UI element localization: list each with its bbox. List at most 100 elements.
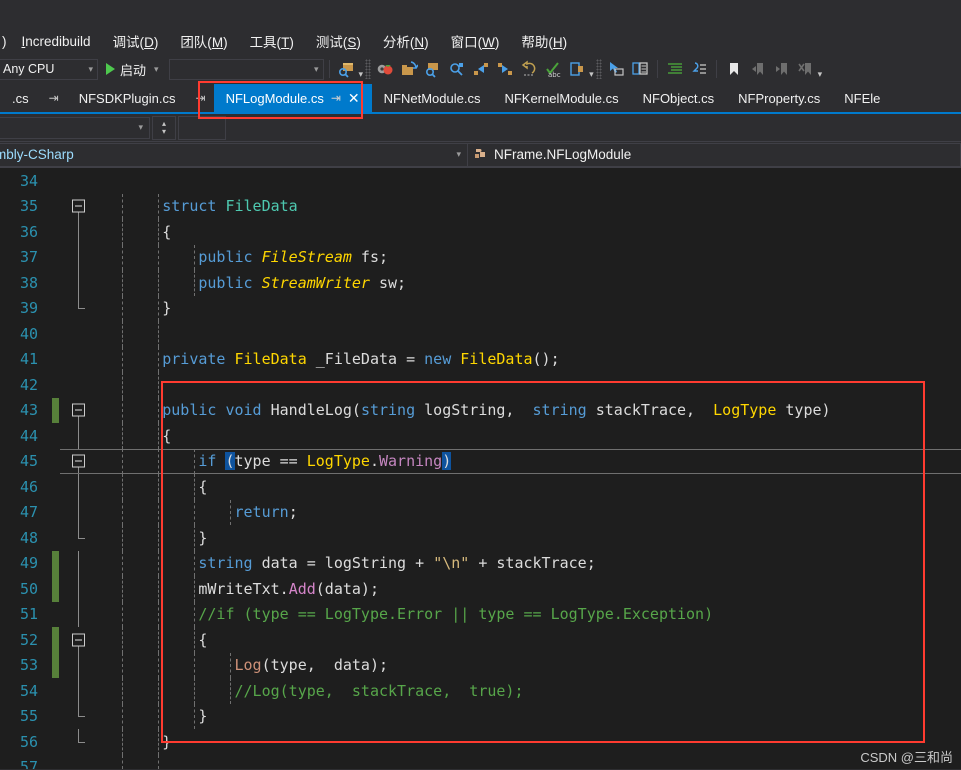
code-line[interactable]: 35 struct FileData — [0, 193, 961, 219]
code-line[interactable]: 53 Log(type, data); — [0, 652, 961, 678]
tab-nflogmodule[interactable]: NFLogModule.cs ⇥ ✕ — [213, 84, 372, 112]
code-text[interactable]: { — [90, 474, 961, 500]
code-text[interactable]: return; — [90, 499, 961, 525]
collapse-minus-icon[interactable] — [72, 199, 85, 213]
menu-item-tools[interactable]: 工具(T) — [239, 29, 305, 53]
code-text[interactable]: //Log(type, stackTrace, true); — [90, 678, 961, 704]
bookmark-icon[interactable] — [722, 57, 746, 81]
navigate-forward-icon[interactable] — [493, 57, 517, 81]
code-line[interactable]: 42 — [0, 372, 961, 398]
toolbar-overflow-icon-3[interactable]: ▾ — [818, 69, 823, 84]
outlining-gutter[interactable] — [68, 525, 90, 551]
code-line[interactable]: 44 { — [0, 423, 961, 449]
code-text[interactable]: Log(type, data); — [90, 652, 961, 678]
outlining-gutter[interactable] — [68, 398, 90, 423]
outlining-gutter[interactable] — [68, 550, 90, 576]
pin-icon[interactable]: ⇥ — [331, 91, 341, 105]
tab-partial-left[interactable]: .cs — [0, 84, 41, 112]
outlining-gutter[interactable] — [68, 729, 90, 755]
external-window-icon[interactable] — [565, 57, 589, 81]
spellcheck-abc-icon[interactable]: abc — [541, 57, 565, 81]
code-text[interactable]: public void HandleLog(string logString, … — [90, 397, 961, 423]
outlining-gutter[interactable] — [68, 372, 90, 398]
find-in-files-icon[interactable] — [335, 57, 359, 81]
outlining-gutter[interactable] — [68, 295, 90, 322]
uncomment-selection-icon[interactable] — [687, 57, 711, 81]
platform-combobox[interactable]: Any CPU ▾ — [0, 58, 98, 80]
outlining-gutter[interactable] — [68, 703, 90, 730]
settings-tomato-icon[interactable] — [373, 57, 397, 81]
outlining-gutter[interactable] — [68, 499, 90, 525]
clear-bookmarks-icon[interactable] — [794, 57, 818, 81]
menu-item-analyze[interactable]: 分析(N) — [372, 29, 440, 53]
code-line[interactable]: 37 public FileStream fs; — [0, 244, 961, 270]
open-folder-arrow-icon[interactable] — [397, 57, 421, 81]
nav-spinner[interactable]: ▴ ▾ — [152, 115, 176, 140]
code-text[interactable] — [90, 754, 961, 769]
code-line[interactable]: 43 public void HandleLog(string logStrin… — [0, 397, 961, 423]
code-line[interactable]: 50 mWriteTxt.Add(data); — [0, 576, 961, 602]
outlining-gutter[interactable] — [68, 168, 90, 194]
menu-item-test[interactable]: 测试(S) — [305, 29, 372, 53]
comment-selection-icon[interactable] — [663, 57, 687, 81]
code-editor[interactable]: 34 35 struct FileData 36 {37 public FileSt… — [0, 168, 961, 769]
outlining-gutter[interactable] — [68, 449, 90, 474]
navigate-backward-icon[interactable] — [469, 57, 493, 81]
code-line[interactable]: 47 return; — [0, 499, 961, 525]
pin-icon[interactable]: ⇥ — [188, 84, 214, 112]
zoom-search-icon[interactable] — [445, 57, 469, 81]
outlining-gutter[interactable] — [68, 423, 90, 449]
outlining-gutter[interactable] — [68, 219, 90, 245]
collapse-minus-icon[interactable] — [72, 454, 85, 468]
compare-files-icon[interactable] — [628, 57, 652, 81]
code-line[interactable]: 38 public StreamWriter sw; — [0, 270, 961, 296]
code-text[interactable]: if (type == LogType.Warning) — [90, 448, 961, 474]
code-line[interactable]: 57 — [0, 754, 961, 769]
code-line[interactable]: 34 — [0, 168, 961, 194]
outlining-gutter[interactable] — [68, 576, 90, 602]
pin-icon[interactable]: ⇥ — [41, 84, 67, 112]
outlining-gutter[interactable] — [68, 270, 90, 296]
outlining-gutter[interactable] — [68, 244, 90, 270]
code-text[interactable]: } — [90, 525, 961, 551]
tab-nfele[interactable]: NFEle — [832, 84, 892, 112]
outlining-gutter[interactable] — [68, 474, 90, 500]
toolbar-overflow-icon-2[interactable]: ▾ — [589, 69, 594, 84]
code-line[interactable]: 51 //if (type == LogType.Error || type =… — [0, 601, 961, 627]
start-debug-button[interactable]: 启动 ▾ — [98, 60, 163, 79]
code-text[interactable]: private FileData _FileData = new FileDat… — [90, 346, 961, 372]
code-line[interactable]: 56 } — [0, 729, 961, 755]
code-text[interactable]: } — [90, 295, 961, 321]
code-line[interactable]: 45 if (type == LogType.Warning) — [0, 448, 961, 474]
code-line[interactable]: 55 } — [0, 703, 961, 730]
code-line[interactable]: 41 private FileData _FileData = new File… — [0, 346, 961, 373]
outlining-gutter[interactable] — [68, 194, 90, 219]
code-text[interactable]: //if (type == LogType.Error || type == L… — [90, 601, 961, 627]
code-line[interactable]: 54 //Log(type, stackTrace, true); — [0, 678, 961, 704]
member-combobox[interactable]: NFrame.NFLogModule — [468, 142, 961, 167]
toolbar-overflow-icon[interactable]: ▾ — [359, 69, 364, 84]
outlining-gutter[interactable] — [68, 601, 90, 627]
code-text[interactable]: } — [90, 729, 961, 755]
code-text[interactable]: public FileStream fs; — [90, 244, 961, 270]
menu-item-window[interactable]: 窗口(W) — [440, 29, 511, 53]
code-text[interactable] — [90, 168, 961, 194]
menu-item-incredibuild[interactable]: Incredibuild — [11, 32, 102, 51]
outlining-gutter[interactable] — [68, 347, 90, 373]
menu-item-team[interactable]: 团队(M) — [169, 29, 238, 53]
code-text[interactable]: { — [90, 219, 961, 245]
toolbar-grip[interactable] — [365, 59, 372, 79]
tab-nfsdkplugin[interactable]: NFSDKPlugin.cs — [67, 84, 188, 112]
assembly-combobox[interactable]: mbly-CSharp ▾ — [0, 142, 468, 167]
collapse-minus-icon[interactable] — [72, 403, 85, 417]
startup-config-combobox[interactable]: ▾ — [168, 58, 324, 80]
code-text[interactable]: { — [90, 627, 961, 653]
code-text[interactable]: public StreamWriter sw; — [90, 270, 961, 296]
code-text[interactable]: } — [90, 703, 961, 729]
code-text[interactable]: mWriteTxt.Add(data); — [90, 576, 961, 602]
code-line[interactable]: 36 { — [0, 219, 961, 245]
pointer-comment-icon[interactable] — [604, 57, 628, 81]
menu-item-help[interactable]: 帮助(H) — [510, 29, 578, 53]
tab-nfkernelmodule[interactable]: NFKernelModule.cs — [492, 84, 630, 112]
code-line[interactable]: 49 string data = logString + "\n" + stac… — [0, 550, 961, 576]
